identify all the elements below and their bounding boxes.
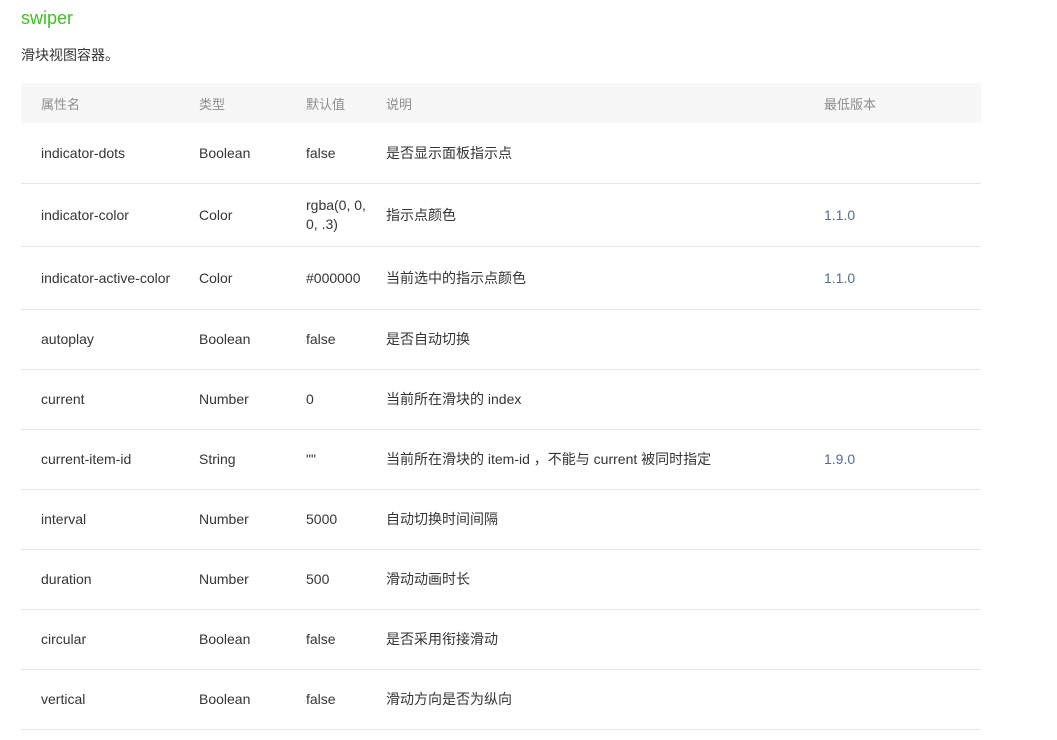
prop-description: 自动切换时间间隔 [366, 489, 804, 550]
table-header-row: 属性名 类型 默认值 说明 最低版本 [21, 83, 981, 123]
prop-description: 是否自动切换 [366, 309, 804, 370]
prop-name: autoplay [21, 309, 179, 370]
prop-description: 是否采用衔接滑动 [366, 609, 804, 670]
prop-type: Number [179, 369, 286, 430]
prop-min-version [804, 123, 981, 184]
prop-min-version [804, 309, 981, 370]
prop-min-version [804, 609, 981, 670]
table-row: autoplay Boolean false 是否自动切换 [21, 309, 981, 370]
prop-min-version [804, 489, 981, 550]
prop-description: 滑动动画时长 [366, 549, 804, 610]
prop-description: 滑动方向是否为纵向 [366, 669, 804, 730]
prop-min-version [804, 669, 981, 730]
table-row: vertical Boolean false 滑动方向是否为纵向 [21, 669, 981, 730]
prop-default: false [286, 669, 366, 730]
table-row: indicator-color Color rgba(0, 0, 0, .3) … [21, 183, 981, 247]
prop-default: 5000 [286, 489, 366, 550]
prop-type: Boolean [179, 309, 286, 370]
table-row: current Number 0 当前所在滑块的 index [21, 369, 981, 430]
prop-default: rgba(0, 0, 0, .3) [286, 183, 366, 247]
component-description: 滑块视图容器。 [21, 47, 119, 63]
prop-name: duration [21, 549, 179, 610]
prop-name: indicator-dots [21, 123, 179, 184]
prop-type: Number [179, 489, 286, 550]
prop-name: indicator-color [21, 183, 179, 247]
prop-name: circular [21, 609, 179, 670]
prop-default: "" [286, 429, 366, 490]
prop-description: 当前所在滑块的 item-id ，不能与 current 被同时指定 [366, 429, 804, 490]
prop-type: Boolean [179, 609, 286, 670]
prop-description: 是否显示面板指示点 [366, 123, 804, 184]
prop-default: 0 [286, 369, 366, 430]
prop-default: false [286, 309, 366, 370]
header-description: 说明 [366, 83, 804, 123]
prop-type: Color [179, 246, 286, 310]
prop-type: Number [179, 549, 286, 610]
prop-description: 当前选中的指示点颜色 [366, 246, 804, 310]
prop-type: Color [179, 183, 286, 247]
prop-type: Boolean [179, 123, 286, 184]
prop-min-version [804, 369, 981, 430]
prop-type: Boolean [179, 669, 286, 730]
prop-default: false [286, 123, 366, 184]
table-row: indicator-active-color Color #000000 当前选… [21, 246, 981, 310]
prop-name: current [21, 369, 179, 430]
header-name: 属性名 [21, 83, 179, 123]
prop-name: vertical [21, 669, 179, 730]
prop-default: #000000 [286, 246, 366, 310]
prop-name: current-item-id [21, 429, 179, 490]
component-title: swiper [21, 8, 74, 28]
properties-table: 属性名 类型 默认值 说明 最低版本 indicator-dots Boolea… [21, 83, 981, 730]
table-row: interval Number 5000 自动切换时间间隔 [21, 489, 981, 550]
table-row: indicator-dots Boolean false 是否显示面板指示点 [21, 123, 981, 184]
header-min-version: 最低版本 [804, 83, 981, 123]
prop-default: false [286, 609, 366, 670]
prop-min-version-link[interactable]: 1.1.0 [804, 183, 981, 247]
prop-name: interval [21, 489, 179, 550]
prop-description: 指示点颜色 [366, 183, 804, 247]
prop-type: String [179, 429, 286, 490]
prop-min-version [804, 549, 981, 610]
prop-min-version-link[interactable]: 1.9.0 [804, 429, 981, 490]
table-row: duration Number 500 滑动动画时长 [21, 549, 981, 610]
prop-min-version-link[interactable]: 1.1.0 [804, 246, 981, 310]
header-type: 类型 [179, 83, 286, 123]
prop-description: 当前所在滑块的 index [366, 369, 804, 430]
table-row: current-item-id String "" 当前所在滑块的 item-i… [21, 429, 981, 490]
prop-name: indicator-active-color [21, 246, 179, 310]
header-default: 默认值 [286, 83, 366, 123]
table-row: circular Boolean false 是否采用衔接滑动 [21, 609, 981, 670]
prop-default: 500 [286, 549, 366, 610]
